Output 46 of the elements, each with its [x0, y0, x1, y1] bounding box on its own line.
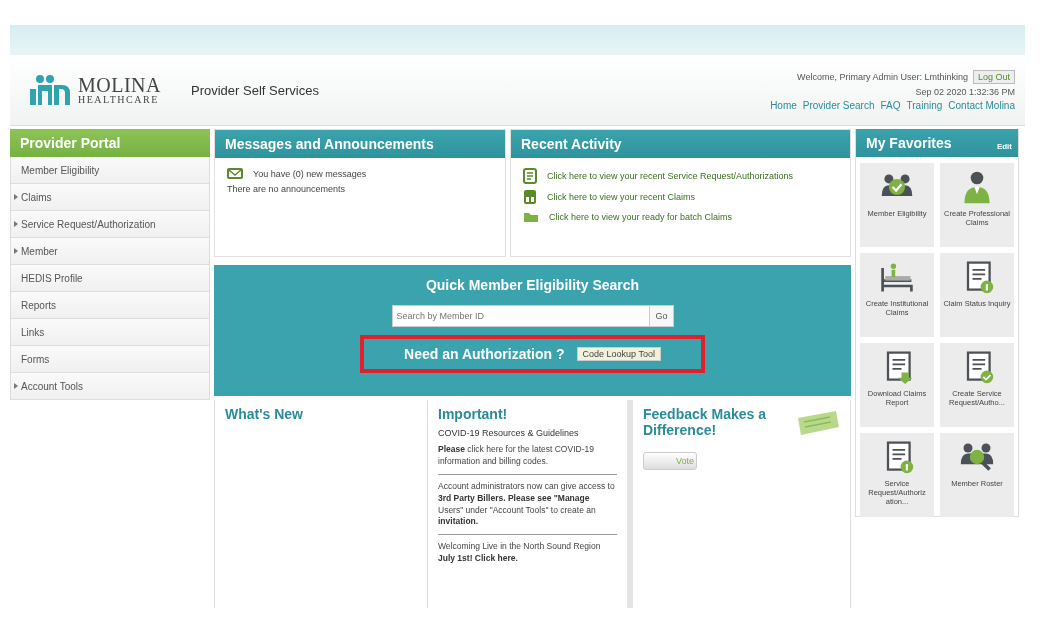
sidebar-item[interactable]: Service Request/Authorization: [10, 211, 210, 238]
favorites-title: My Favorites: [866, 135, 952, 151]
sidebar-item[interactable]: Claims: [10, 184, 210, 211]
member-search-field[interactable]: Search by Member ID Go: [391, 305, 674, 327]
activity-link[interactable]: Click here to view your recent Service Request/Authorizations: [547, 171, 794, 181]
sidebar-item[interactable]: Reports: [10, 292, 210, 319]
nav-link[interactable]: Home: [770, 99, 797, 111]
notice-text: Please click here for the latest COVID-19 information and billing codes.: [438, 444, 595, 468]
notice-text: Welcoming Live in the North Sound Region July 1st! Click here.: [438, 541, 602, 566]
search-title: Quick Member Eligibility Search: [425, 277, 640, 293]
lookup-tool-button[interactable]: Code Lookup Tool: [576, 347, 661, 361]
logo-subtitle: HEALTHCARE: [78, 95, 160, 105]
section-title: Feedback Makes a Difference!: [643, 406, 767, 438]
panel-title: Messages and Announcements: [215, 130, 505, 158]
panel-title: Recent Activity: [511, 130, 850, 158]
site-title: Provider Self Services: [191, 82, 319, 98]
ticket-icon: [796, 410, 840, 436]
sidebar-item[interactable]: HEDIS Profile: [10, 265, 210, 292]
section-subtitle: COVID-19 Resources & Guidelines: [438, 428, 580, 438]
sidebar-item[interactable]: Member: [10, 238, 210, 265]
nav-link[interactable]: Provider Search: [802, 99, 875, 111]
activity-link[interactable]: Click here to view your ready for batch Claims: [549, 211, 733, 222]
section-title: Important!: [438, 406, 509, 422]
logout-button[interactable]: Log Out: [972, 69, 1015, 84]
sidebar-item[interactable]: Account Tools: [10, 373, 210, 400]
sidebar-item[interactable]: Member Eligibility: [10, 157, 210, 184]
document-grid-icon: [523, 189, 537, 205]
folder-icon: [523, 210, 539, 223]
sidebar-item[interactable]: Forms: [10, 346, 210, 373]
go-button[interactable]: Go: [648, 306, 673, 326]
sidebar-item[interactable]: Links: [10, 319, 210, 346]
nav-link[interactable]: Training: [906, 99, 943, 111]
document-icon: [523, 168, 537, 184]
nav-link[interactable]: FAQ: [880, 99, 901, 111]
envelope-icon: [227, 168, 243, 179]
announcements-text: There are no announcements: [227, 184, 347, 194]
messages-text: You have (0) new messages: [253, 168, 367, 179]
logo-name: MOLINA: [78, 75, 161, 95]
notice-text: Account administrators now can give access to 3rd Party Billers. Please see "Manage Users" under "Account Tools" to create an invitation.: [438, 480, 616, 529]
authorization-prompt: Need an Authorization ?: [404, 346, 565, 362]
section-title: What's New: [225, 406, 304, 422]
date-time: Sep 02 2020 1:32:36 PM: [915, 86, 1015, 97]
welcome-text: Welcome, Primary Admin User: Lmthinking: [797, 71, 968, 82]
activity-link[interactable]: Click here to view your recent Claims: [547, 192, 696, 202]
sidebar-title: Provider Portal: [10, 129, 210, 157]
nav-link[interactable]: Contact Molina: [948, 99, 1015, 111]
